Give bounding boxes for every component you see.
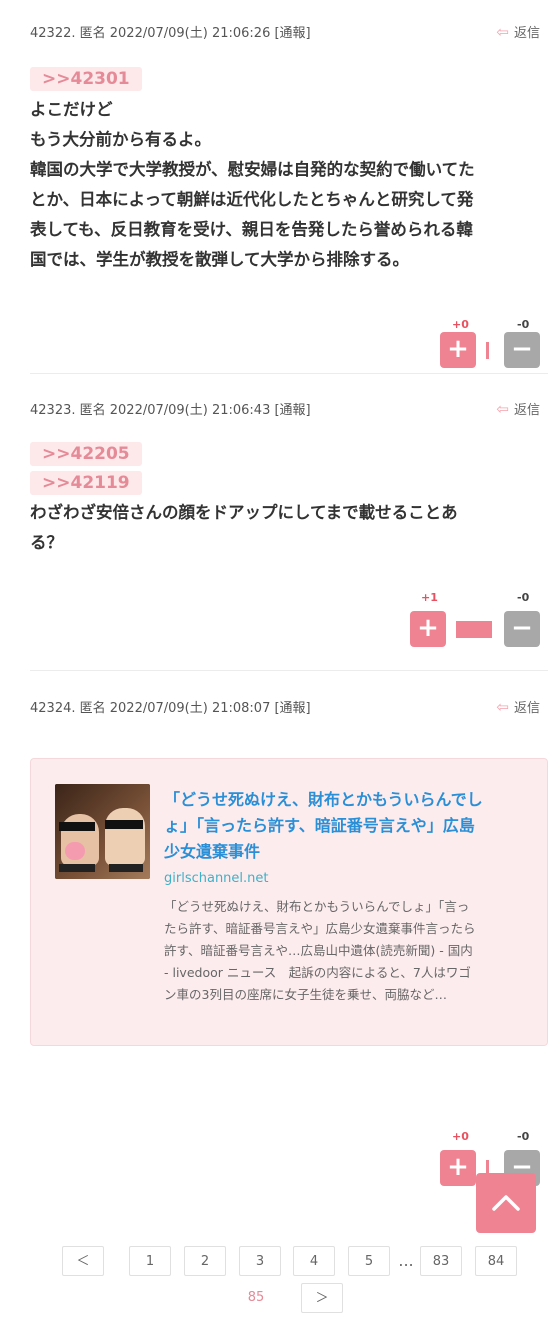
thumbnail-image (55, 784, 150, 879)
next-page-button[interactable]: ＞ (301, 1283, 343, 1313)
vote-panel: +0 -0 + − (440, 318, 540, 368)
comment-42323: 42323. 匿名 2022/07/09(土) 21:06:43 [通報] ⇦ 返… (30, 399, 540, 558)
chevron-up-icon (492, 1195, 520, 1211)
anchor-link[interactable]: >>42119 (30, 471, 142, 495)
comment-meta: 42323. 匿名 2022/07/09(土) 21:06:43 [通報] (30, 403, 311, 418)
comment-meta: 42322. 匿名 2022/07/09(土) 21:06:26 [通報] (30, 26, 311, 41)
plus-count: +1 (421, 591, 438, 604)
current-page: 85 (235, 1283, 277, 1313)
reply-button[interactable]: ⇦ 返信 (496, 22, 540, 41)
comment-meta: 42324. 匿名 2022/07/09(土) 21:08:07 [通報] (30, 701, 311, 716)
plus-count: +0 (452, 1130, 469, 1143)
vote-panel: +1 -0 + − (410, 591, 540, 647)
plus-button[interactable]: + (440, 332, 476, 368)
link-domain: girlschannel.net (164, 871, 269, 886)
plus-button[interactable]: + (410, 611, 446, 647)
comment-body: よこだけど もう大分前から有るよ。 韓国の大学で大学教授が、慰安婦は自発的な契約… (30, 100, 475, 269)
anchor-link[interactable]: >>42301 (30, 67, 142, 91)
comment-42322: 42322. 匿名 2022/07/09(土) 21:06:26 [通報] ⇦ 返… (30, 22, 540, 275)
vote-bar (456, 621, 492, 638)
page-link[interactable]: 1 (129, 1246, 171, 1276)
reply-button[interactable]: ⇦ 返信 (496, 697, 540, 716)
minus-count: -0 (517, 591, 530, 604)
comment-42324: 42324. 匿名 2022/07/09(土) 21:08:07 [通報] ⇦ 返… (30, 697, 540, 716)
link-title[interactable]: 「どうせ死ぬけえ、財布とかもういらんでし ょ」「言ったら許す、暗証番号言えや」広… (164, 787, 524, 865)
page-link[interactable]: 3 (239, 1246, 281, 1276)
minus-count: -0 (517, 1130, 530, 1143)
vote-bar (486, 342, 489, 359)
page-link[interactable]: 5 (348, 1246, 390, 1276)
page-link[interactable]: 83 (420, 1246, 462, 1276)
page-link[interactable]: 4 (293, 1246, 335, 1276)
anchor-link[interactable]: >>42205 (30, 442, 142, 466)
plus-count: +0 (452, 318, 469, 331)
reply-arrow-icon: ⇦ (496, 400, 509, 418)
prev-page-button[interactable]: ＜ (62, 1246, 104, 1276)
pagination-ellipsis: ... (398, 1251, 414, 1270)
minus-count: -0 (517, 318, 530, 331)
comment-body: わざわざ安倍さんの顔をドアップにしてまで載せることあ る？ (30, 503, 458, 552)
minus-button[interactable]: − (504, 332, 540, 368)
plus-button[interactable]: + (440, 1150, 476, 1186)
reply-button[interactable]: ⇦ 返信 (496, 399, 540, 418)
link-card[interactable]: 「どうせ死ぬけえ、財布とかもういらんでし ょ」「言ったら許す、暗証番号言えや」広… (30, 758, 548, 1046)
minus-button[interactable]: − (504, 611, 540, 647)
scroll-top-button[interactable] (476, 1173, 536, 1233)
page-link[interactable]: 84 (475, 1246, 517, 1276)
page-link[interactable]: 2 (184, 1246, 226, 1276)
link-description: 「どうせ死ぬけえ、財布とかもういらんでしょ」「言っ たら許す、暗証番号言えや」広… (164, 899, 476, 1002)
reply-arrow-icon: ⇦ (496, 698, 509, 716)
divider (30, 670, 548, 671)
divider (30, 373, 548, 374)
reply-arrow-icon: ⇦ (496, 23, 509, 41)
